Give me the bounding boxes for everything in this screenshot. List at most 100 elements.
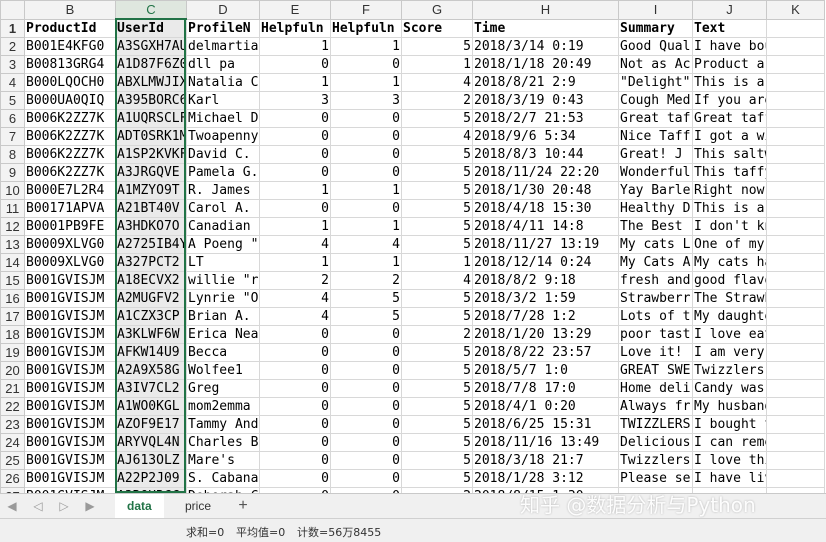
table-cell[interactable]: 2018/1/18 20:49 <box>472 55 619 74</box>
table-cell[interactable] <box>766 55 825 74</box>
table-cell[interactable]: 5 <box>401 433 473 452</box>
table-cell[interactable] <box>766 91 825 110</box>
table-cell[interactable]: This saltwater ta <box>692 145 767 164</box>
table-cell[interactable]: A18ECVX2 <box>115 271 187 290</box>
table-cell[interactable]: 0 <box>259 379 331 398</box>
table-cell[interactable]: Cough Med <box>618 91 693 110</box>
table-cell[interactable]: 5 <box>401 235 473 254</box>
table-cell[interactable]: Strawberr <box>618 289 693 308</box>
table-cell[interactable]: 0 <box>330 325 402 344</box>
row-number[interactable]: 3 <box>0 55 25 74</box>
table-cell[interactable] <box>766 325 825 344</box>
table-cell[interactable]: 2018/11/27 13:19 <box>472 235 619 254</box>
table-cell[interactable]: Home deli <box>618 379 693 398</box>
table-cell[interactable]: 1 <box>401 253 473 272</box>
add-sheet-plus-icon[interactable]: + <box>234 495 252 517</box>
table-cell[interactable]: ARYVQL4N <box>115 433 187 452</box>
table-cell[interactable]: 2 <box>401 325 473 344</box>
table-cell[interactable]: Karl <box>186 91 260 110</box>
table-cell[interactable]: A1D87F6Z0 <box>115 55 187 74</box>
header-cell[interactable]: Helpfuln <box>330 18 402 38</box>
table-cell[interactable]: 5 <box>401 397 473 416</box>
table-cell[interactable]: Please se <box>618 469 693 488</box>
table-cell[interactable]: 2018/3/19 0:43 <box>472 91 619 110</box>
table-cell[interactable]: AZOF9E17 <box>115 415 187 434</box>
table-cell[interactable]: This is a very he <box>692 199 767 218</box>
table-cell[interactable]: 2018/3/18 21:7 <box>472 451 619 470</box>
table-cell[interactable]: A22P2J09 <box>115 469 187 488</box>
row-number[interactable]: 14 <box>0 253 25 272</box>
table-cell[interactable]: I have bought sev <box>692 37 767 56</box>
table-cell[interactable]: I love eating the <box>692 325 767 344</box>
row-number[interactable]: 24 <box>0 433 25 452</box>
table-cell[interactable]: I can remember bu <box>692 433 767 452</box>
table-cell[interactable]: 1 <box>330 217 402 236</box>
table-cell[interactable]: 2018/4/11 14:8 <box>472 217 619 236</box>
table-cell[interactable] <box>766 307 825 326</box>
table-cell[interactable]: This is a confect <box>692 73 767 92</box>
table-cell[interactable]: B001GVISJM <box>24 307 116 326</box>
row-number[interactable]: 11 <box>0 199 25 218</box>
table-cell[interactable]: Wolfee1 <box>186 361 260 380</box>
table-cell[interactable]: Right now I'm mos <box>692 181 767 200</box>
table-cell[interactable]: This taffy is so <box>692 163 767 182</box>
table-cell[interactable] <box>766 397 825 416</box>
table-cell[interactable]: B001GVISJM <box>24 451 116 470</box>
table-cell[interactable]: 1 <box>330 253 402 272</box>
table-cell[interactable]: 1 <box>401 55 473 74</box>
row-number[interactable]: 9 <box>0 163 25 182</box>
table-cell[interactable] <box>766 343 825 362</box>
table-cell[interactable]: 5 <box>401 343 473 362</box>
sheet-tab-price[interactable]: price <box>173 494 223 518</box>
table-cell[interactable]: Nice Taff <box>618 127 693 146</box>
table-cell[interactable]: willie "r <box>186 271 260 290</box>
table-cell[interactable]: Healthy D <box>618 199 693 218</box>
row-number[interactable]: 10 <box>0 181 25 200</box>
table-cell[interactable]: Michael D <box>186 109 260 128</box>
table-cell[interactable] <box>766 379 825 398</box>
table-cell[interactable]: 5 <box>401 469 473 488</box>
table-cell[interactable]: One of my boys ne <box>692 235 767 254</box>
table-cell[interactable]: 0 <box>330 361 402 380</box>
column-header-h[interactable]: H <box>472 0 619 20</box>
column-header-i[interactable]: I <box>618 0 693 20</box>
table-cell[interactable]: A3KLWF6W <box>115 325 187 344</box>
table-cell[interactable]: 0 <box>259 109 331 128</box>
table-cell[interactable]: Candy was deliver <box>692 379 767 398</box>
table-cell[interactable]: My husband is a T <box>692 397 767 416</box>
table-cell[interactable]: B006K2ZZ7K <box>24 109 116 128</box>
table-cell[interactable]: Canadian <box>186 217 260 236</box>
table-cell[interactable]: 0 <box>330 163 402 182</box>
table-cell[interactable]: I bought these fo <box>692 415 767 434</box>
table-cell[interactable]: Becca <box>186 343 260 362</box>
table-cell[interactable]: Love it! <box>618 343 693 362</box>
table-cell[interactable] <box>766 217 825 236</box>
table-cell[interactable]: B001GVISJM <box>24 433 116 452</box>
row-number[interactable]: 20 <box>0 361 25 380</box>
column-header-c[interactable]: C <box>115 0 187 20</box>
table-cell[interactable]: My cats have been <box>692 253 767 272</box>
table-cell[interactable]: 2018/4/18 15:30 <box>472 199 619 218</box>
table-cell[interactable]: Delicious <box>618 433 693 452</box>
table-cell[interactable]: Mare's <box>186 451 260 470</box>
table-cell[interactable]: Tammy And <box>186 415 260 434</box>
table-cell[interactable]: 1 <box>259 73 331 92</box>
table-cell[interactable]: LT <box>186 253 260 272</box>
row-number[interactable]: 16 <box>0 289 25 308</box>
header-cell[interactable]: UserId <box>115 18 187 38</box>
table-cell[interactable]: 2018/6/25 15:31 <box>472 415 619 434</box>
table-cell[interactable]: B001GVISJM <box>24 397 116 416</box>
table-cell[interactable]: 0 <box>259 469 331 488</box>
table-cell[interactable]: Twizzlers <box>618 451 693 470</box>
table-cell[interactable]: I got a wild hair <box>692 127 767 146</box>
header-cell[interactable]: Helpfuln <box>259 18 331 38</box>
table-cell[interactable]: B001GVISJM <box>24 325 116 344</box>
table-cell[interactable]: B00813GRG4 <box>24 55 116 74</box>
table-cell[interactable]: Yay Barle <box>618 181 693 200</box>
table-cell[interactable]: A2MUGFV2 <box>115 289 187 308</box>
table-cell[interactable] <box>766 433 825 452</box>
table-cell[interactable]: 4 <box>259 307 331 326</box>
table-cell[interactable]: A2A9X58G <box>115 361 187 380</box>
table-cell[interactable]: 5 <box>401 37 473 56</box>
table-cell[interactable]: 0 <box>259 55 331 74</box>
